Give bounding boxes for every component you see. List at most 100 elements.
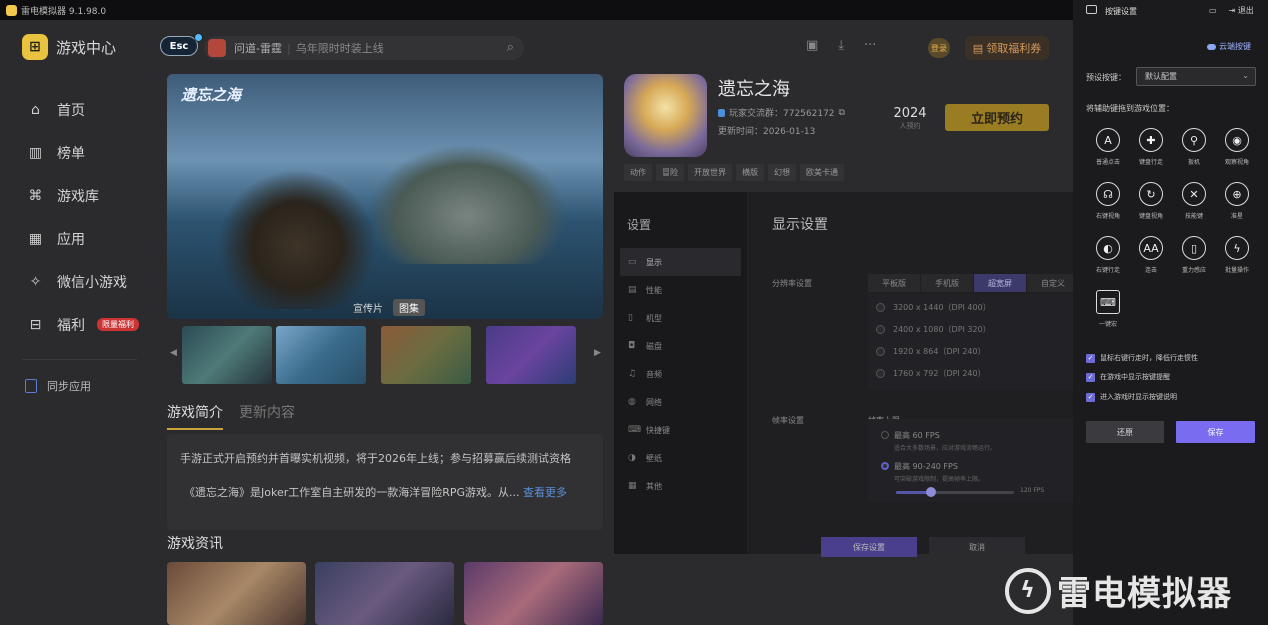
- restore-button[interactable]: 还原: [1086, 421, 1164, 443]
- radio[interactable]: [876, 325, 885, 334]
- game-center-app: ⊞ 游戏中心 ⌂ 首页 ▥ 榜单 ⌘ 游戏库 ▦ 应用 ✧ 微信小游戏 ⊟ 福利 限量福利 同…: [0, 20, 1079, 625]
- tab-phone[interactable]: 手机版: [921, 274, 973, 292]
- key-tool-keyboard-view[interactable]: ↻ 键盘视角: [1129, 182, 1173, 220]
- checkbox-show-guide[interactable]: ✓ 进入游戏时显示按键说明: [1086, 392, 1177, 402]
- sidebar-item-apps[interactable]: ▦ 应用: [26, 217, 146, 260]
- key-tool-label: 重力感应: [1181, 267, 1206, 274]
- key-tool-right-view[interactable]: ☊ 右键视角: [1086, 182, 1130, 220]
- fps-option-240[interactable]: 最高 90-240 FPS 可突破游戏限制，提高帧率上限。: [881, 461, 984, 483]
- key-tool-combo[interactable]: AA 连击: [1129, 236, 1173, 274]
- key-tool-batch[interactable]: ϟ 批量操作: [1215, 236, 1259, 274]
- tag[interactable]: 开放世界: [688, 164, 732, 181]
- cancel-button[interactable]: 取消: [929, 537, 1025, 557]
- thumbnail[interactable]: [182, 326, 272, 384]
- key-tool-skill[interactable]: ✕ 技能键: [1172, 182, 1216, 220]
- settings-item-model[interactable]: ▯ 机型: [620, 304, 741, 332]
- key-tool-eye[interactable]: ◉ 观察视角: [1215, 128, 1259, 166]
- resolution-option[interactable]: 2400 x 1080（DPI 320）: [876, 324, 991, 335]
- radio[interactable]: [876, 303, 885, 312]
- esc-button[interactable]: Esc: [160, 33, 203, 56]
- news-card[interactable]: [315, 562, 454, 625]
- checkbox-inertia[interactable]: ✓ 鼠标右键行走时，降低行走惯性: [1086, 353, 1198, 363]
- hero-banner[interactable]: 遗忘之海 宣传片 图集: [167, 74, 603, 319]
- tab-ultrawide[interactable]: 超宽屏: [974, 274, 1026, 292]
- tab-intro[interactable]: 游戏简介: [167, 402, 223, 430]
- radio[interactable]: [876, 347, 885, 356]
- reserve-count: 2024 人预约: [890, 106, 930, 131]
- checkbox-checked[interactable]: ✓: [1086, 353, 1095, 363]
- fps-slider-handle[interactable]: [926, 487, 937, 497]
- settings-item-display[interactable]: ▭ 显示: [620, 248, 741, 276]
- preset-select[interactable]: 默认配置 ⌄: [1136, 67, 1256, 86]
- tag[interactable]: 动作: [624, 164, 652, 181]
- settings-item-wallpaper[interactable]: ◑ 壁纸: [620, 444, 741, 472]
- sync-label: 同步应用: [47, 380, 91, 393]
- tag[interactable]: 幻想: [768, 164, 796, 181]
- checkbox-checked[interactable]: ✓: [1086, 392, 1095, 402]
- settings-item-disk[interactable]: ◘ 磁盘: [620, 332, 741, 360]
- save-settings-button[interactable]: 保存设置: [821, 537, 917, 557]
- key-tool-macro[interactable]: ⌨ 一键宏: [1086, 290, 1130, 328]
- folder-icon[interactable]: ▭: [1209, 6, 1217, 15]
- news-card[interactable]: [167, 562, 306, 625]
- view-more-link[interactable]: 查看更多: [523, 486, 567, 499]
- sidebar-item-welfare[interactable]: ⊟ 福利 限量福利: [26, 303, 146, 346]
- key-tool-mouse[interactable]: ◐ 右键行走: [1086, 236, 1130, 274]
- more-icon[interactable]: ···: [864, 38, 876, 53]
- sidebar-item-library[interactable]: ⌘ 游戏库: [26, 174, 146, 217]
- settings-item-label: 音频: [646, 369, 662, 379]
- checkbox-show-hints[interactable]: ✓ 在游戏中显示按键提醒: [1086, 372, 1170, 382]
- radio-selected[interactable]: [881, 462, 889, 470]
- resolution-option[interactable]: 1760 x 792（DPI 240）: [876, 368, 986, 379]
- login-button[interactable]: 登录: [928, 38, 950, 58]
- reserve-button[interactable]: 立即预约: [945, 104, 1049, 131]
- tag[interactable]: 欧美卡通: [800, 164, 844, 181]
- key-tool-dpad[interactable]: ✚ 键盘行走: [1129, 128, 1173, 166]
- radio[interactable]: [876, 369, 885, 378]
- tag[interactable]: 横版: [736, 164, 764, 181]
- wechat-icon: ✧: [29, 273, 42, 290]
- settings-item-network[interactable]: ◍ 网络: [620, 388, 741, 416]
- sidebar-item-home[interactable]: ⌂ 首页: [26, 88, 146, 131]
- radio[interactable]: [881, 431, 889, 439]
- thumbnail[interactable]: [381, 326, 471, 384]
- tag[interactable]: 冒险: [656, 164, 684, 181]
- download-icon[interactable]: ⤓: [838, 38, 844, 53]
- settings-item-performance[interactable]: ▤ 性能: [620, 276, 741, 304]
- checkbox-checked[interactable]: ✓: [1086, 372, 1095, 382]
- copy-icon[interactable]: ⧉: [839, 108, 845, 118]
- fps-option-60[interactable]: 最高 60 FPS 适合大多数场景，应对游戏流畅运行。: [881, 430, 996, 452]
- thumbnail[interactable]: [486, 326, 576, 384]
- search-icon[interactable]: ⌕: [507, 40, 514, 55]
- key-tool-crosshair[interactable]: ⊕ 准星: [1215, 182, 1259, 220]
- thumbnail[interactable]: [276, 326, 366, 384]
- tab-tablet[interactable]: 平板版: [868, 274, 920, 292]
- key-tool-trigger[interactable]: ⚲ 扳机: [1172, 128, 1216, 166]
- tab-gallery[interactable]: 图集: [393, 299, 425, 316]
- qq-icon: [718, 108, 725, 117]
- key-tool-gravity[interactable]: ▯ 重力感应: [1172, 236, 1216, 274]
- prev-arrow-icon[interactable]: ◀: [170, 348, 177, 358]
- tab-trailer[interactable]: 宣传片: [347, 299, 389, 316]
- intro-text-1: 手游正式开启预约并首曝实机视频，将于2026年上线；参与招募赢后续测试资格: [180, 452, 571, 465]
- exit-button[interactable]: ⇥ 退出: [1229, 5, 1254, 16]
- tab-updates[interactable]: 更新内容: [239, 402, 295, 430]
- sidebar-item-wechat-games[interactable]: ✧ 微信小游戏: [26, 260, 146, 303]
- cloud-keys-link[interactable]: 云端按键: [1207, 41, 1251, 52]
- settings-item-audio[interactable]: ♫ 音频: [620, 360, 741, 388]
- news-card[interactable]: [464, 562, 603, 625]
- settings-item-other[interactable]: ▦ 其他: [620, 472, 741, 500]
- calendar-icon[interactable]: ▣: [806, 38, 818, 53]
- resolution-option[interactable]: 3200 x 1440（DPI 400）: [876, 302, 991, 313]
- sidebar-item-ranking[interactable]: ▥ 榜单: [26, 131, 146, 174]
- sync-apps-button[interactable]: 同步应用: [25, 378, 91, 394]
- welfare-coupon-button[interactable]: ▤ 领取福利券: [965, 36, 1049, 60]
- fps-slider[interactable]: [896, 487, 1014, 497]
- next-arrow-icon[interactable]: ▶: [594, 348, 601, 358]
- settings-item-shortcuts[interactable]: ⌨ 快捷键: [620, 416, 741, 444]
- resolution-option[interactable]: 1920 x 864（DPI 240）: [876, 346, 986, 357]
- save-button[interactable]: 保存: [1176, 421, 1255, 443]
- key-tool-letter-a[interactable]: A 普通点击: [1086, 128, 1130, 166]
- tab-custom[interactable]: 自定义: [1027, 274, 1079, 292]
- search-input[interactable]: 问道-雷霆 | 乌年限时时装上线 ⌕: [204, 36, 524, 60]
